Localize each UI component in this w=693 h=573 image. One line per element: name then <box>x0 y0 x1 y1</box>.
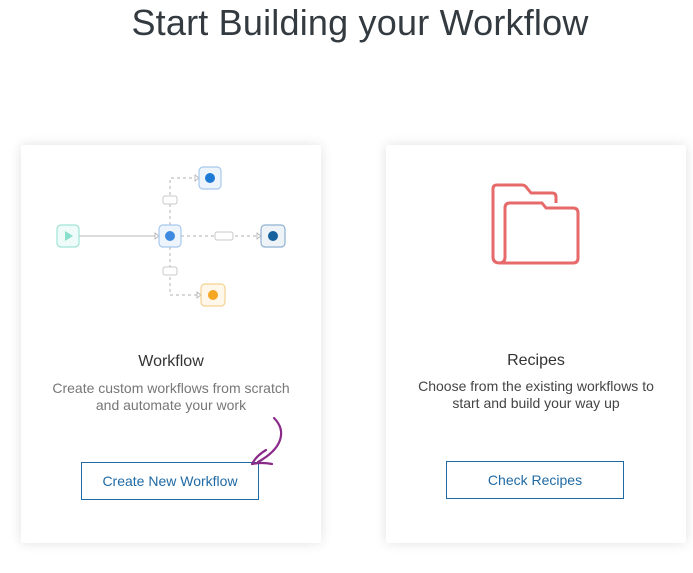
workflow-title: Workflow <box>138 353 204 370</box>
workflow-card: Workflow Create custom workflows from sc… <box>21 145 321 543</box>
page-title: Start Building your Workflow <box>131 2 589 43</box>
annotation-arrow-icon <box>250 416 283 466</box>
check-recipes-button[interactable]: Check Recipes <box>446 461 624 499</box>
create-new-workflow-button[interactable]: Create New Workflow <box>81 462 259 500</box>
workflow-diagram-icon <box>56 166 286 307</box>
workflow-description: Create custom workflows from scratch and… <box>52 380 290 413</box>
recipes-card: Recipes Choose from the existing workflo… <box>386 145 686 543</box>
recipes-title: Recipes <box>507 352 565 369</box>
folder-icon <box>491 183 580 265</box>
recipes-description: Choose from the existing workflows to st… <box>418 378 654 411</box>
page: Start Building your Workflow Workflow Cr… <box>0 0 693 573</box>
